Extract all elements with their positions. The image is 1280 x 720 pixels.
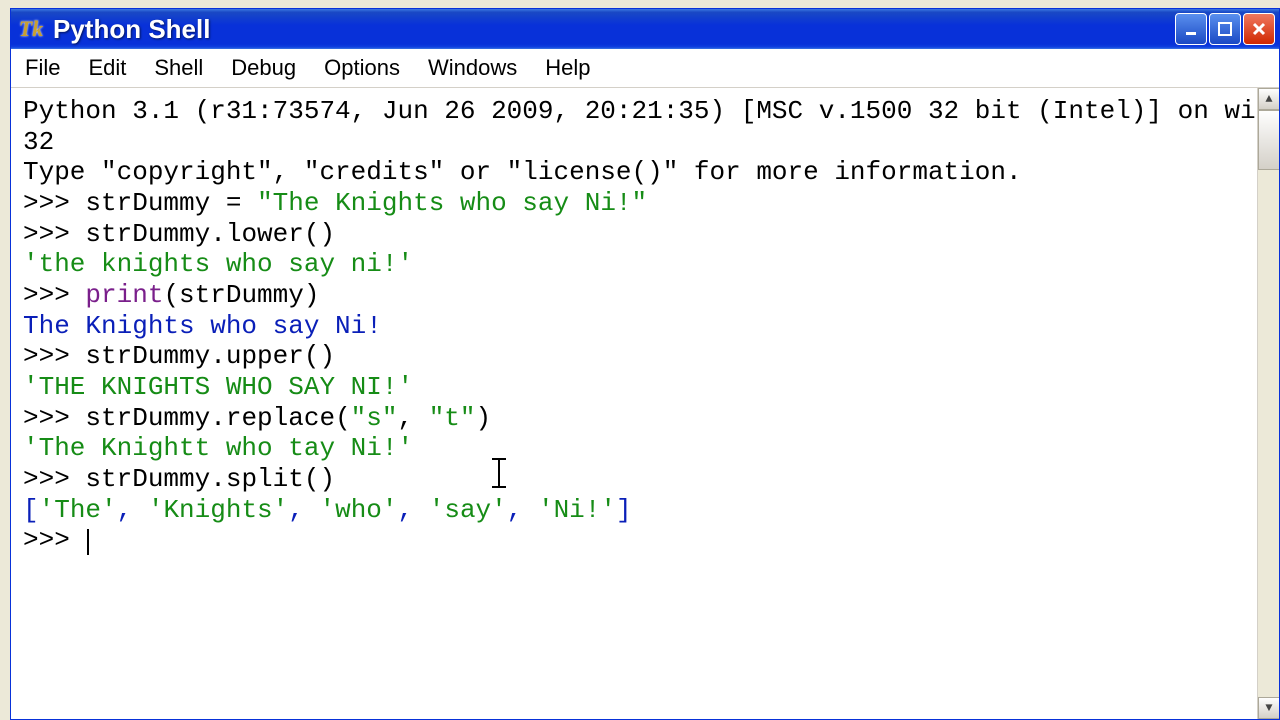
scroll-thumb[interactable] bbox=[1258, 110, 1279, 170]
titlebar[interactable]: Tk Python Shell bbox=[11, 9, 1279, 49]
code-input: strDummy.split() bbox=[85, 464, 335, 494]
output-sep: , bbox=[117, 495, 148, 525]
scroll-up-button[interactable]: ▲ bbox=[1258, 88, 1279, 110]
menu-windows[interactable]: Windows bbox=[422, 53, 523, 83]
code-input: (strDummy) bbox=[163, 280, 319, 310]
output-sep: , bbox=[507, 495, 538, 525]
code-input: strDummy = bbox=[85, 188, 257, 218]
prompt: >>> bbox=[23, 280, 85, 310]
prompt: >>> bbox=[23, 219, 85, 249]
maximize-icon bbox=[1217, 21, 1233, 37]
menu-edit[interactable]: Edit bbox=[82, 53, 132, 83]
code-builtin: print bbox=[85, 280, 163, 310]
menu-debug[interactable]: Debug bbox=[225, 53, 302, 83]
menu-file[interactable]: File bbox=[19, 53, 66, 83]
banner-line: 32 bbox=[23, 127, 54, 157]
close-icon bbox=[1251, 21, 1267, 37]
minimize-icon bbox=[1183, 21, 1199, 37]
prompt: >>> bbox=[23, 188, 85, 218]
menu-shell[interactable]: Shell bbox=[148, 53, 209, 83]
code-input: strDummy.upper() bbox=[85, 341, 335, 371]
output-sep: , bbox=[288, 495, 319, 525]
window-controls bbox=[1175, 13, 1275, 45]
prompt: >>> bbox=[23, 403, 85, 433]
app-icon-glyph: Tk bbox=[19, 16, 43, 42]
output-string: 'THE KNIGHTS WHO SAY NI!' bbox=[23, 372, 413, 402]
idle-window: Tk Python Shell File Edit Shell Debug Op… bbox=[10, 8, 1280, 720]
code-input: , bbox=[397, 403, 428, 433]
output-string: 'Ni!' bbox=[538, 495, 616, 525]
prompt: >>> bbox=[23, 464, 85, 494]
text-cursor bbox=[87, 529, 89, 555]
menu-help[interactable]: Help bbox=[539, 53, 596, 83]
minimize-button[interactable] bbox=[1175, 13, 1207, 45]
banner-line: Type "copyright", "credits" or "license(… bbox=[23, 157, 1022, 187]
prompt: >>> bbox=[23, 525, 85, 555]
output-bracket: ] bbox=[616, 495, 632, 525]
menubar: File Edit Shell Debug Options Windows He… bbox=[11, 49, 1279, 88]
output-sep: , bbox=[398, 495, 429, 525]
output-string: 'the knights who say ni!' bbox=[23, 249, 413, 279]
scroll-down-button[interactable]: ▼ bbox=[1258, 697, 1279, 719]
window-title: Python Shell bbox=[53, 14, 210, 45]
output-string: 'The' bbox=[39, 495, 117, 525]
app-icon: Tk bbox=[17, 15, 45, 43]
output-string: 'The Knightt who tay Ni!' bbox=[23, 433, 413, 463]
code-string: "t" bbox=[429, 403, 476, 433]
output-string: 'Knights' bbox=[148, 495, 288, 525]
prompt: >>> bbox=[23, 341, 85, 371]
maximize-button[interactable] bbox=[1209, 13, 1241, 45]
code-string: "The Knights who say Ni!" bbox=[257, 188, 647, 218]
code-input: strDummy.replace( bbox=[85, 403, 350, 433]
close-button[interactable] bbox=[1243, 13, 1275, 45]
code-input: strDummy.lower() bbox=[85, 219, 335, 249]
output-string: 'say' bbox=[429, 495, 507, 525]
vertical-scrollbar[interactable]: ▲ ▼ bbox=[1257, 88, 1279, 719]
output-bracket: [ bbox=[23, 495, 39, 525]
menu-options[interactable]: Options bbox=[318, 53, 406, 83]
shell-text-area[interactable]: Python 3.1 (r31:73574, Jun 26 2009, 20:2… bbox=[11, 88, 1279, 719]
output-string: 'who' bbox=[320, 495, 398, 525]
code-string: "s" bbox=[351, 403, 398, 433]
output-text: The Knights who say Ni! bbox=[23, 311, 382, 341]
code-input: ) bbox=[476, 403, 492, 433]
banner-line: Python 3.1 (r31:73574, Jun 26 2009, 20:2… bbox=[23, 96, 1271, 126]
